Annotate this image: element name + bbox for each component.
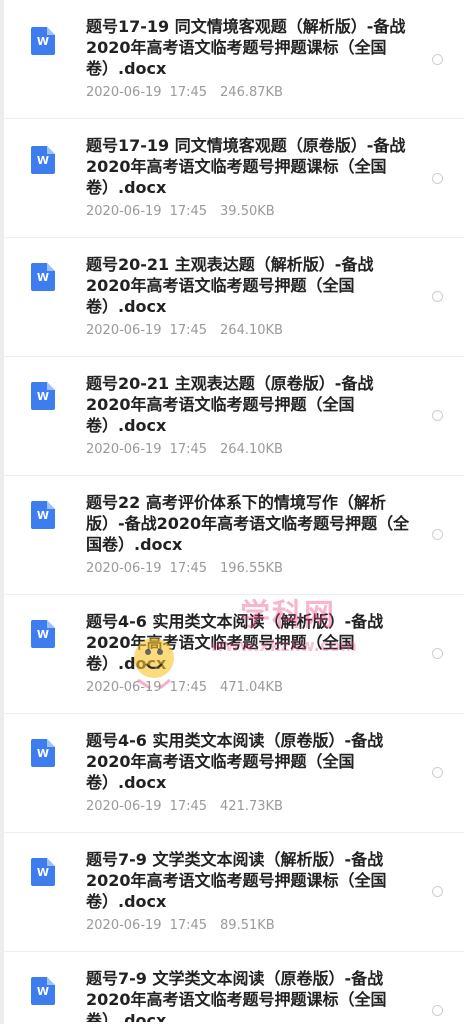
file-date: 2020-06-19 (86, 561, 162, 576)
file-time: 17:45 (169, 799, 208, 814)
file-date: 2020-06-19 (86, 680, 162, 695)
select-radio[interactable] (432, 886, 443, 897)
select-radio[interactable] (432, 529, 443, 540)
word-doc-icon: W (31, 739, 55, 767)
select-radio[interactable] (432, 54, 443, 65)
file-name: 题号17-19 同文情境客观题（原卷版）-备战2020年高考语文临考题号押题课标… (86, 136, 406, 197)
file-size: 264.10KB (220, 442, 283, 457)
file-item[interactable]: W 题号20-21 主观表达题（解析版）-备战2020年高考语文临考题号押题（全… (0, 238, 464, 357)
select-radio[interactable] (432, 291, 443, 302)
file-item[interactable]: W 题号17-19 同文情境客观题（解析版）-备战2020年高考语文临考题号押题… (0, 0, 464, 119)
file-name: 题号17-19 同文情境客观题（解析版）-备战2020年高考语文临考题号押题课标… (86, 17, 406, 78)
file-time: 17:45 (169, 85, 208, 100)
file-meta: 2020-06-19 17:45 196.55KB (86, 561, 283, 577)
file-item[interactable]: W 题号20-21 主观表达题（原卷版）-备战2020年高考语文临考题号押题（全… (0, 357, 464, 476)
file-name: 题号20-21 主观表达题（解析版）-备战2020年高考语文临考题号押题（全国卷… (86, 255, 374, 316)
file-meta: 2020-06-19 17:45 421.73KB (86, 799, 283, 815)
file-name: 题号22 高考评价体系下的情境写作（解析版）-备战2020年高考语文临考题号押题… (86, 493, 410, 554)
file-size: 89.51KB (220, 918, 275, 933)
file-item[interactable]: W 题号4-6 实用类文本阅读（解析版）-备战2020年高考语文临考题号押题（全… (0, 595, 464, 714)
select-radio[interactable] (432, 767, 443, 778)
file-time: 17:45 (169, 918, 208, 933)
file-meta: 2020-06-19 17:45 264.10KB (86, 323, 283, 339)
file-name: 题号4-6 实用类文本阅读（原卷版）-备战2020年高考语文临考题号押题（全国卷… (86, 731, 384, 792)
file-time: 17:45 (169, 204, 208, 219)
file-meta: 2020-06-19 17:45 471.04KB (86, 680, 283, 696)
file-name: 题号20-21 主观表达题（原卷版）-备战2020年高考语文临考题号押题（全国卷… (86, 374, 374, 435)
file-item[interactable]: W 题号4-6 实用类文本阅读（原卷版）-备战2020年高考语文临考题号押题（全… (0, 714, 464, 833)
file-meta: 2020-06-19 17:45 246.87KB (86, 85, 283, 101)
file-date: 2020-06-19 (86, 204, 162, 219)
file-time: 17:45 (169, 561, 208, 576)
file-date: 2020-06-19 (86, 918, 162, 933)
file-meta: 2020-06-19 17:45 89.51KB (86, 918, 275, 934)
file-time: 17:45 (169, 680, 208, 695)
file-name: 题号7-9 文学类文本阅读（原卷版）-备战2020年高考语文临考题号押题课标（全… (86, 969, 387, 1022)
file-item[interactable]: W 题号22 高考评价体系下的情境写作（解析版）-备战2020年高考语文临考题号… (0, 476, 464, 595)
select-radio[interactable] (432, 648, 443, 659)
file-item[interactable]: W 题号7-9 文学类文本阅读（原卷版）-备战2020年高考语文临考题号押题课标… (0, 952, 464, 1022)
file-name: 题号7-9 文学类文本阅读（解析版）-备战2020年高考语文临考题号押题课标（全… (86, 850, 387, 911)
file-meta: 2020-06-19 17:45 39.50KB (86, 204, 275, 220)
file-size: 39.50KB (220, 204, 275, 219)
word-doc-icon: W (31, 27, 55, 55)
file-time: 17:45 (169, 323, 208, 338)
file-list: W 题号17-19 同文情境客观题（解析版）-备战2020年高考语文临考题号押题… (0, 0, 464, 1022)
file-name: 题号4-6 实用类文本阅读（解析版）-备战2020年高考语文临考题号押题（全国卷… (86, 612, 384, 673)
file-date: 2020-06-19 (86, 323, 162, 338)
file-size: 264.10KB (220, 323, 283, 338)
word-doc-icon: W (31, 620, 55, 648)
file-date: 2020-06-19 (86, 799, 162, 814)
select-radio[interactable] (432, 1005, 443, 1016)
file-item[interactable]: W 题号17-19 同文情境客观题（原卷版）-备战2020年高考语文临考题号押题… (0, 119, 464, 238)
file-time: 17:45 (169, 442, 208, 457)
file-meta: 2020-06-19 17:45 264.10KB (86, 442, 283, 458)
file-date: 2020-06-19 (86, 85, 162, 100)
word-doc-icon: W (31, 501, 55, 529)
word-doc-icon: W (31, 146, 55, 174)
file-size: 421.73KB (220, 799, 283, 814)
word-doc-icon: W (31, 382, 55, 410)
word-doc-icon: W (31, 263, 55, 291)
word-doc-icon: W (31, 858, 55, 886)
word-doc-icon: W (31, 977, 55, 1005)
file-size: 196.55KB (220, 561, 283, 576)
file-size: 246.87KB (220, 85, 283, 100)
select-radio[interactable] (432, 410, 443, 421)
file-item[interactable]: W 题号7-9 文学类文本阅读（解析版）-备战2020年高考语文临考题号押题课标… (0, 833, 464, 952)
file-date: 2020-06-19 (86, 442, 162, 457)
select-radio[interactable] (432, 173, 443, 184)
file-size: 471.04KB (220, 680, 283, 695)
